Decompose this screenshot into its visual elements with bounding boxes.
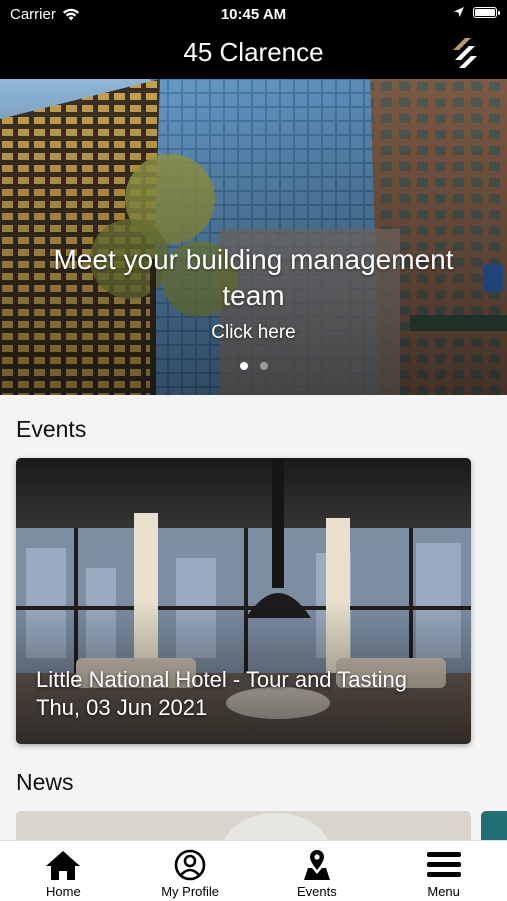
tab-events-label: Events — [297, 884, 337, 899]
home-icon — [46, 851, 81, 880]
profile-icon — [174, 849, 206, 881]
clock: 10:45 AM — [220, 6, 287, 23]
hero-headline: Meet your building management team — [53, 244, 454, 311]
hero-cta-link[interactable]: Click here — [0, 322, 507, 344]
page-title: 45 Clarence — [183, 37, 324, 67]
events-icon — [303, 850, 330, 880]
tab-home[interactable]: Home — [0, 841, 127, 901]
event-caption: Little National Hotel - Tour and Tasting… — [36, 666, 407, 722]
hero-overlay: Meet your building management team Click… — [0, 242, 507, 344]
location-arrow-icon — [454, 7, 464, 17]
event-date: Thu, 03 Jun 2021 — [36, 695, 208, 720]
news-section-title: News — [16, 769, 74, 795]
menu-icon — [426, 852, 461, 877]
tab-menu-label: Menu — [427, 884, 460, 899]
tab-events[interactable]: Events — [254, 841, 381, 901]
hero-carousel[interactable]: Meet your building management team Click… — [0, 79, 507, 395]
navigation-bar: 45 Clarence — [0, 28, 507, 79]
events-section-title: Events — [16, 416, 87, 442]
tab-my-profile[interactable]: My Profile — [127, 841, 254, 901]
carousel-indicator — [0, 362, 507, 370]
tab-menu[interactable]: Menu — [380, 841, 507, 901]
bottom-tab-bar: Home My Profile Events Menu — [0, 840, 507, 901]
tab-my-profile-label: My Profile — [161, 884, 220, 899]
carousel-dot-active[interactable] — [239, 362, 248, 370]
building-logo-icon[interactable] — [451, 36, 477, 72]
tab-home-label: Home — [46, 884, 81, 899]
hero-building-image — [0, 79, 507, 395]
battery-icon — [473, 6, 500, 18]
status-bar: Carrier 10:45 AM — [0, 0, 507, 28]
event-title: Little National Hotel - Tour and Tasting — [36, 667, 407, 692]
carousel-dot[interactable] — [259, 362, 268, 370]
event-card[interactable]: Little National Hotel - Tour and Tasting… — [16, 458, 471, 744]
